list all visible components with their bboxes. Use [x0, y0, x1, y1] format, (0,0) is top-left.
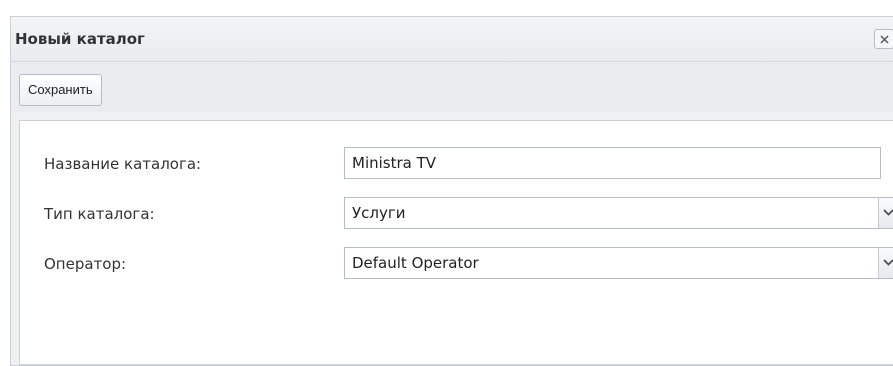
catalog-type-value: Услуги [352, 204, 406, 222]
operator-label: Оператор: [44, 255, 127, 273]
catalog-form: Название каталога: Тип каталога: Услуги … [19, 120, 893, 365]
operator-value: Default Operator [352, 254, 479, 272]
catalog-name-label: Название каталога: [44, 155, 202, 173]
close-icon [880, 35, 889, 44]
dialog-toolbar: Сохранить [11, 61, 893, 112]
dialog-title-bar[interactable]: Новый каталог [11, 17, 893, 61]
chevron-down-icon [883, 209, 893, 216]
save-button[interactable]: Сохранить [19, 74, 102, 106]
operator-dropdown-button[interactable] [878, 248, 893, 278]
catalog-name-input[interactable] [344, 147, 881, 179]
dialog-title: Новый каталог [15, 30, 145, 48]
new-catalog-dialog: Новый каталог Сохранить Название каталог… [10, 16, 893, 366]
catalog-type-select[interactable]: Услуги [344, 197, 893, 229]
operator-select[interactable]: Default Operator [344, 247, 893, 279]
catalog-type-label: Тип каталога: [44, 205, 155, 223]
close-button[interactable] [874, 29, 893, 49]
chevron-down-icon [883, 259, 893, 266]
catalog-type-dropdown-button[interactable] [878, 198, 893, 228]
